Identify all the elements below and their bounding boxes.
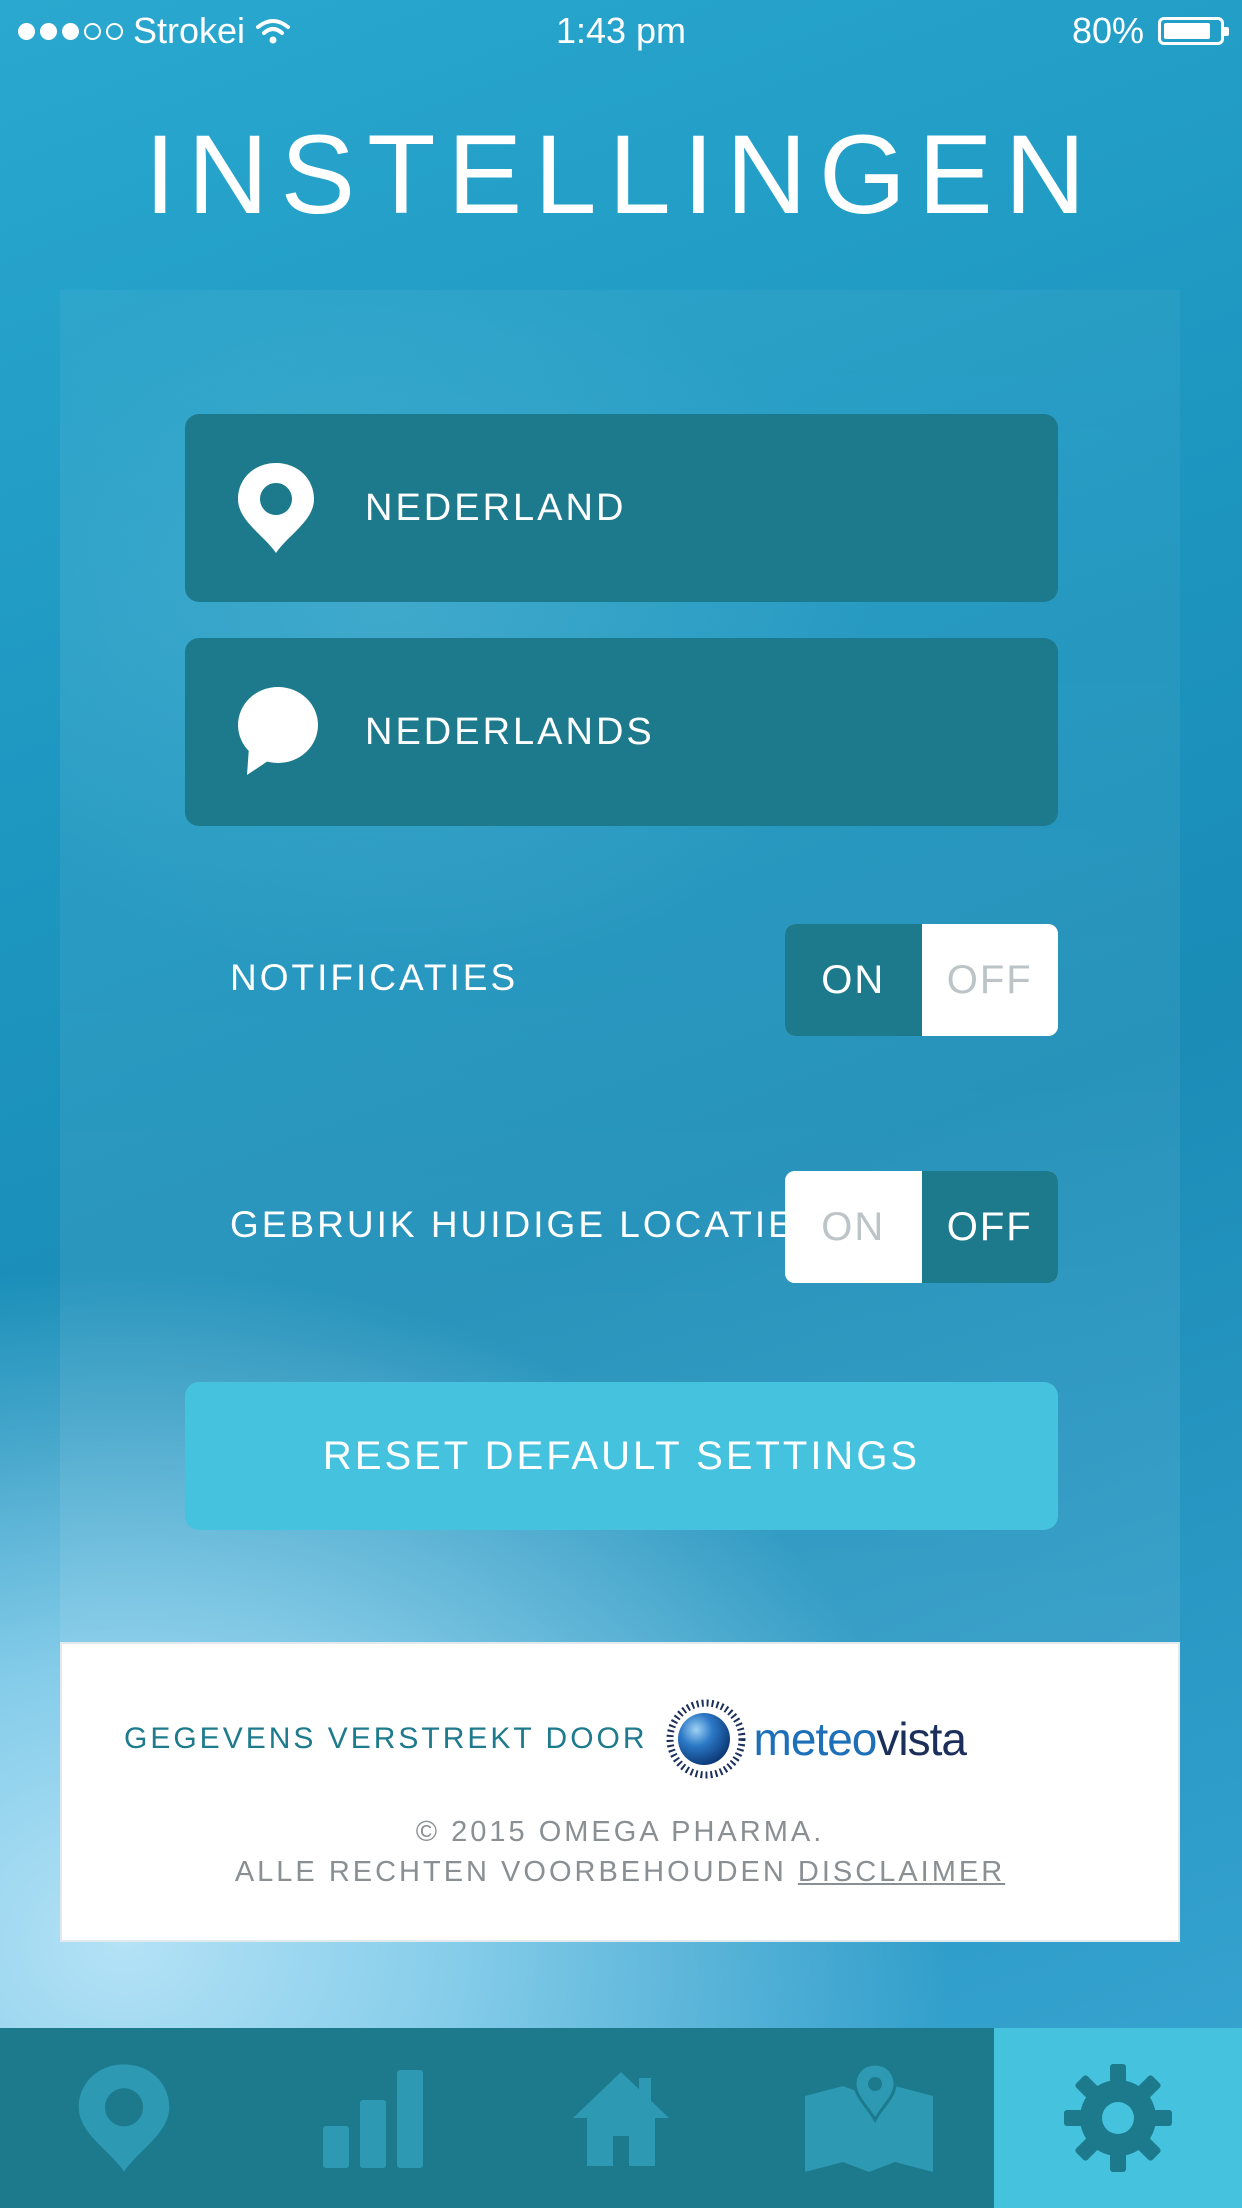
reset-default-settings-button[interactable]: RESET DEFAULT SETTINGS: [185, 1382, 1058, 1530]
country-selector[interactable]: NEDERLAND: [185, 414, 1058, 602]
data-credit: GEGEVENS VERSTREKT DOOR meteovista: [124, 1699, 967, 1779]
notifications-toggle[interactable]: ON OFF: [785, 924, 1058, 1036]
status-right: 80%: [1071, 10, 1229, 52]
meteovista-logo[interactable]: meteovista: [666, 1699, 967, 1779]
meteovista-wordmark: meteovista: [753, 1713, 967, 1765]
rights-text: ALLE RECHTEN VOORBEHOUDEN: [234, 1856, 787, 1888]
speech-bubble-icon: [229, 685, 323, 779]
notifications-off-option[interactable]: OFF: [921, 924, 1058, 1036]
language-selector[interactable]: NEDERLANDS: [185, 638, 1058, 826]
copyright-text: © 2015 OMEGA PHARMA.: [415, 1816, 825, 1848]
gear-icon: [1063, 2064, 1172, 2172]
tab-home[interactable]: [497, 2028, 745, 2208]
notifications-on-option[interactable]: ON: [785, 924, 922, 1036]
copyright-block: © 2015 OMEGA PHARMA. ALLE RECHTEN VOORBE…: [62, 1812, 1178, 1892]
battery-percent: 80%: [1071, 10, 1144, 51]
tab-map[interactable]: [745, 2028, 993, 2208]
rights-line: ALLE RECHTEN VOORBEHOUDEN DISCLAIMER: [62, 1852, 1178, 1892]
use-location-toggle[interactable]: ON OFF: [785, 1171, 1058, 1283]
meteovista-globe-icon: [666, 1699, 746, 1779]
use-location-off-option[interactable]: OFF: [921, 1171, 1058, 1283]
location-pin-icon: [229, 461, 323, 555]
tab-location[interactable]: [0, 2028, 248, 2208]
tab-statistics[interactable]: [248, 2028, 496, 2208]
use-location-label: GEBRUIK HUIDIGE LOCATIE: [230, 1204, 796, 1245]
battery-icon: [1158, 17, 1229, 45]
bar-chart-icon: [322, 2070, 423, 2168]
disclaimer-link[interactable]: DISCLAIMER: [798, 1856, 1005, 1888]
language-label: NEDERLANDS: [365, 710, 655, 753]
page-title: INSTELLINGEN: [144, 112, 1098, 237]
tab-settings[interactable]: [993, 2028, 1242, 2208]
home-icon: [573, 2072, 670, 2166]
provided-by-text: GEGEVENS VERSTREKT DOOR: [124, 1722, 648, 1755]
notifications-label: NOTIFICATIES: [230, 957, 519, 998]
status-time: 1:43 pm: [555, 10, 687, 51]
use-location-on-option[interactable]: ON: [785, 1171, 922, 1283]
tab-bar: [0, 2028, 1242, 2208]
status-bar: Strokei 1:43 pm 80%: [0, 0, 1242, 62]
location-pin-icon: [78, 2064, 170, 2172]
map-icon: [805, 2062, 934, 2172]
country-label: NEDERLAND: [365, 486, 627, 529]
footer-card: GEGEVENS VERSTREKT DOOR meteovista © 201…: [60, 1642, 1180, 1942]
